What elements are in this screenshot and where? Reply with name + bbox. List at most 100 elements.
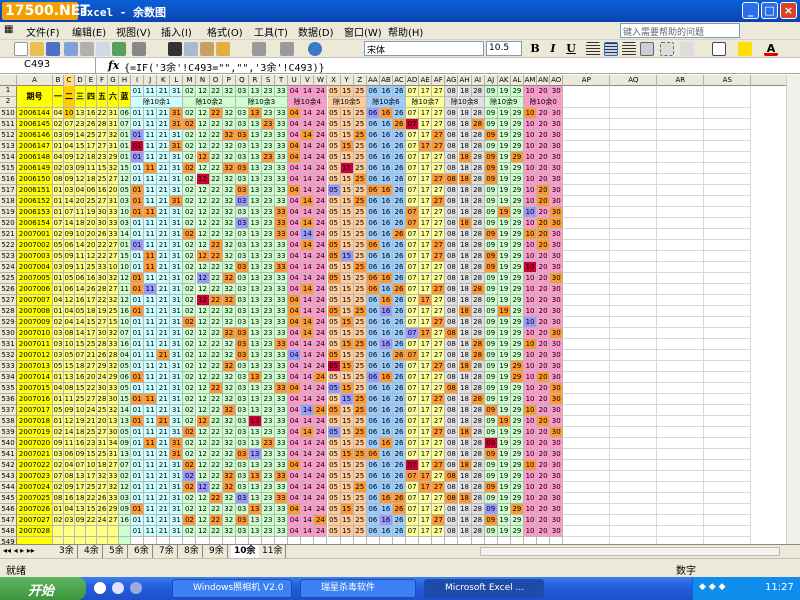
remainder-cell[interactable]: 20 [537,372,551,383]
remainder-cell[interactable]: 29 [510,284,524,295]
remainder-cell[interactable]: 27 [432,350,446,361]
empty-cell[interactable] [563,218,611,229]
remainder-cell[interactable]: 08 [445,383,459,394]
remainder-cell[interactable]: 09 [484,284,498,295]
remainder-cell[interactable]: 04 [288,295,302,306]
remainder-cell[interactable]: 09 [484,141,498,152]
remainder-cell[interactable]: 32 [222,240,236,251]
remainder-cell[interactable]: 06 [366,383,380,394]
remainder-cell[interactable]: 31 [170,262,184,273]
remainder-cell[interactable]: 07 [406,185,420,196]
remainder-cell[interactable]: 26 [393,339,407,350]
remainder-cell[interactable]: 08 [445,273,459,284]
row-header[interactable]: 2 [0,97,17,108]
remainder-cell[interactable]: 10 [524,207,538,218]
row-header[interactable]: 526 [0,284,17,295]
remainder-cell[interactable]: 26 [393,317,407,328]
empty-cell[interactable] [563,361,611,372]
remainder-cell[interactable]: 26 [393,394,407,405]
remainder-cell[interactable]: 04 [288,273,302,284]
remainder-cell[interactable]: 31 [170,229,184,240]
number-cell[interactable]: 27 [86,394,97,405]
remainder-cell[interactable] [314,537,328,544]
remainder-cell[interactable]: 03 [235,350,249,361]
remainder-cell[interactable]: 04 [288,350,302,361]
remainder-cell[interactable]: 07 [406,108,420,119]
remainder-cell[interactable]: 13 [248,416,262,427]
number-cell[interactable]: 30 [108,394,119,405]
remainder-cell[interactable]: 18 [458,130,472,141]
column-header[interactable]: Z [354,75,367,86]
remainder-cell[interactable]: 11 [144,141,158,152]
number-cell[interactable]: 27 [108,174,119,185]
remainder-cell[interactable]: 31 [170,427,184,438]
remainder-cell[interactable]: 18 [458,196,472,207]
remainder-cell[interactable] [497,537,511,544]
issue-cell[interactable]: 2006144 [17,108,53,119]
remainder-cell[interactable]: 24 [314,339,328,350]
row-header[interactable]: 547 [0,515,17,526]
remainder-cell[interactable]: 29 [510,482,524,493]
number-cell[interactable]: 18 [75,427,86,438]
remainder-cell[interactable]: 30 [550,218,564,229]
remainder-cell[interactable]: 13 [248,482,262,493]
remainder-cell[interactable]: 24 [314,218,328,229]
empty-cell[interactable] [704,427,752,438]
issue-cell[interactable]: 2007015 [17,383,53,394]
remainder-cell[interactable]: 04 [288,163,302,174]
empty-cell[interactable] [610,306,658,317]
remainder-cell[interactable]: 02 [183,108,197,119]
remainder-cell[interactable]: 20 [537,185,551,196]
remainder-cell[interactable]: 22 [209,119,223,130]
remainder-cell[interactable]: 09 [484,493,498,504]
remainder-cell[interactable]: 12 [196,471,210,482]
remainder-cell[interactable]: 06 [366,405,380,416]
remainder-cell[interactable]: 05 [327,262,341,273]
number-cell[interactable]: 17 [86,328,97,339]
remainder-cell[interactable]: 01 [131,526,145,537]
remainder-cell[interactable]: 33 [275,504,289,515]
remainder-cell[interactable]: 16 [379,141,393,152]
issue-cell[interactable]: 2007011 [17,339,53,350]
remainder-cell[interactable]: 30 [550,163,564,174]
number-cell[interactable]: 26 [97,229,108,240]
empty-cell[interactable] [610,262,658,273]
remainder-cell[interactable]: 15 [340,273,354,284]
number-cell[interactable]: 29 [108,372,119,383]
borders-icon[interactable] [712,42,726,56]
remainder-cell[interactable]: 22 [209,141,223,152]
remainder-cell[interactable]: 21 [157,240,171,251]
remainder-cell[interactable]: 12 [196,372,210,383]
remainder-cell[interactable]: 27 [432,438,446,449]
remainder-cell[interactable]: 19 [497,526,511,537]
remainder-cell[interactable]: 08 [445,284,459,295]
remainder-cell[interactable]: 24 [314,306,328,317]
remainder-cell[interactable]: 24 [314,405,328,416]
remainder-cell[interactable]: 24 [314,262,328,273]
remainder-cell[interactable] [340,537,354,544]
remainder-cell[interactable]: 03 [235,317,249,328]
remainder-cell[interactable]: 19 [497,482,511,493]
remainder-cell[interactable]: 02 [183,152,197,163]
remainder-cell[interactable]: 13 [248,295,262,306]
remainder-cell[interactable] [157,537,171,544]
remainder-cell[interactable]: 32 [222,339,236,350]
remainder-cell[interactable]: 20 [537,460,551,471]
remainder-cell[interactable]: 24 [314,471,328,482]
select-all-corner[interactable] [0,75,17,86]
remainder-cell[interactable]: 09 [484,427,498,438]
blue-ball-cell[interactable]: 01 [119,152,131,163]
remainder-cell[interactable]: 06 [366,218,380,229]
remainder-cell[interactable]: 08 [445,526,459,537]
remainder-cell[interactable]: 02 [183,372,197,383]
remainder-cell[interactable]: 01 [131,405,145,416]
remainder-cell[interactable]: 16 [379,108,393,119]
number-cell[interactable]: 08 [64,471,75,482]
number-cell[interactable]: 15 [86,504,97,515]
remainder-cell[interactable]: 19 [497,218,511,229]
number-cell[interactable]: 04 [53,108,64,119]
remainder-cell[interactable]: 17 [419,130,433,141]
number-cell[interactable]: 10 [108,262,119,273]
blue-ball-cell[interactable]: 12 [119,482,131,493]
remainder-cell[interactable]: 24 [314,152,328,163]
